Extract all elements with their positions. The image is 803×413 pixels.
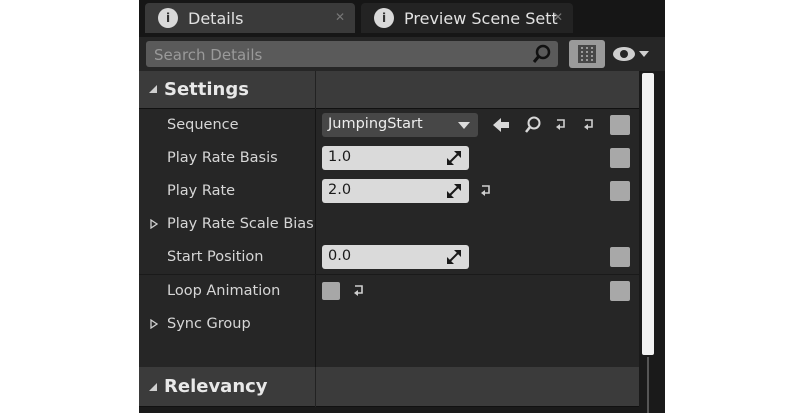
- vertical-scrollbar[interactable]: [639, 71, 657, 413]
- details-content: Settings Sequence JumpingStart Play Rate…: [139, 71, 639, 413]
- expose-pin-checkbox[interactable]: [610, 281, 630, 301]
- column-divider: [315, 308, 316, 341]
- combo-value: JumpingStart: [328, 116, 423, 132]
- column-divider: [315, 175, 316, 208]
- scrollbar-thumb[interactable]: [642, 73, 654, 355]
- column-divider: [315, 275, 316, 308]
- play-rate-basis-field[interactable]: 1.0: [322, 146, 469, 170]
- reset-to-default-icon[interactable]: [352, 283, 366, 297]
- close-icon[interactable]: ✕: [335, 10, 345, 24]
- property-label: Start Position: [167, 249, 264, 265]
- property-row-loop-animation: Loop Animation: [139, 275, 639, 308]
- start-position-field[interactable]: 0.0: [322, 245, 469, 269]
- column-divider: [315, 109, 316, 142]
- details-panel: i Details ✕ i Preview Scene Sett ✕ Searc…: [139, 0, 665, 413]
- expose-pin-checkbox[interactable]: [610, 148, 630, 168]
- reset-to-default-icon[interactable]: [582, 117, 596, 131]
- column-divider: [315, 142, 316, 175]
- property-row-sync-group[interactable]: Sync Group: [139, 308, 639, 341]
- expose-pin-checkbox[interactable]: [610, 181, 630, 201]
- category-settings[interactable]: Settings: [139, 71, 639, 109]
- info-search-icon: i: [158, 8, 178, 28]
- category-relevancy[interactable]: Relevancy: [139, 367, 639, 407]
- expose-pin-checkbox[interactable]: [610, 115, 630, 135]
- property-row-start-position: Start Position 0.0: [139, 241, 639, 274]
- search-box: [146, 41, 558, 67]
- loop-animation-checkbox[interactable]: [322, 282, 340, 300]
- field-value: 1.0: [328, 149, 352, 165]
- collapse-arrow-icon[interactable]: [148, 382, 158, 392]
- property-label: Play Rate Basis: [167, 150, 278, 166]
- resize-drag-icon[interactable]: [447, 250, 461, 264]
- property-label: Loop Animation: [167, 283, 281, 299]
- category-title: Relevancy: [164, 376, 268, 397]
- column-divider: [315, 208, 316, 241]
- property-row-play-rate-basis: Play Rate Basis 1.0: [139, 142, 639, 175]
- play-rate-field[interactable]: 2.0: [322, 179, 469, 203]
- scrollbar-track: [647, 357, 649, 413]
- use-selected-asset-icon[interactable]: [491, 115, 511, 135]
- tab-bar: i Details ✕ i Preview Scene Sett ✕: [139, 0, 665, 37]
- property-label: Sequence: [167, 117, 239, 133]
- field-value: 2.0: [328, 182, 352, 198]
- grid-icon: [578, 45, 596, 63]
- reset-to-default-icon[interactable]: [479, 183, 493, 197]
- info-search-icon: i: [374, 8, 394, 28]
- sequence-asset-combo[interactable]: JumpingStart: [322, 113, 478, 137]
- expand-arrow-icon[interactable]: [150, 319, 158, 329]
- column-divider: [315, 341, 316, 367]
- resize-drag-icon[interactable]: [447, 184, 461, 198]
- property-label: Sync Group: [167, 316, 251, 332]
- property-label: Play Rate Scale Bias C: [167, 216, 317, 232]
- reset-icon[interactable]: [554, 117, 568, 131]
- tab-preview-scene-settings[interactable]: i Preview Scene Sett ✕: [361, 3, 573, 33]
- chevron-down-icon: [458, 122, 470, 129]
- property-row-sequence: Sequence JumpingStart: [139, 109, 639, 142]
- search-row: [139, 37, 665, 71]
- property-label: Play Rate: [167, 183, 236, 199]
- expose-pin-checkbox[interactable]: [610, 247, 630, 267]
- column-divider: [315, 367, 316, 407]
- search-icon[interactable]: [532, 44, 552, 64]
- column-divider: [315, 71, 316, 109]
- field-value: 0.0: [328, 248, 352, 264]
- search-input[interactable]: [152, 44, 526, 66]
- view-options-button[interactable]: [611, 43, 651, 65]
- expand-arrow-icon[interactable]: [150, 219, 158, 229]
- resize-drag-icon[interactable]: [447, 151, 461, 165]
- empty-row: [139, 341, 639, 367]
- property-matrix-button[interactable]: [569, 40, 605, 68]
- tab-preview-label: Preview Scene Sett: [404, 8, 558, 28]
- close-icon[interactable]: ✕: [553, 10, 563, 24]
- collapse-arrow-icon[interactable]: [148, 84, 158, 94]
- tab-details[interactable]: i Details ✕: [145, 3, 355, 33]
- property-row-play-rate-scale-bias[interactable]: Play Rate Scale Bias C: [139, 208, 639, 241]
- browse-asset-icon[interactable]: [523, 115, 543, 135]
- column-divider: [315, 241, 316, 274]
- property-row-play-rate: Play Rate 2.0: [139, 175, 639, 208]
- tab-details-label: Details: [188, 8, 244, 28]
- category-title: Settings: [164, 79, 249, 100]
